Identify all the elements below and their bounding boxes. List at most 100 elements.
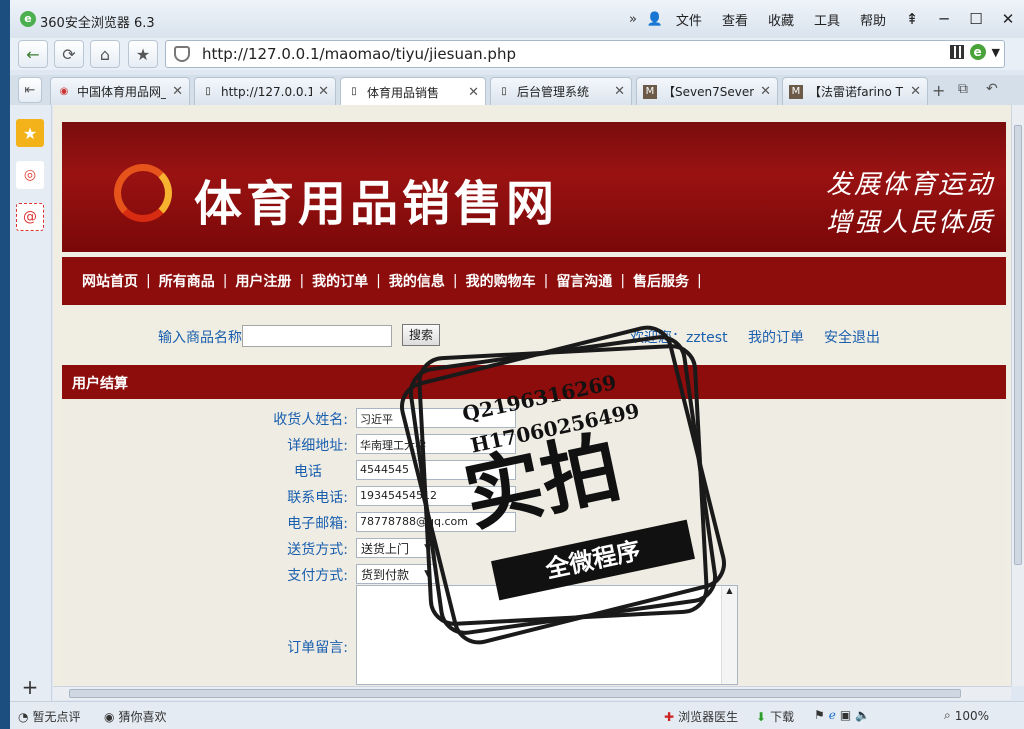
chevron-down-icon[interactable]: ▼	[992, 46, 1000, 59]
window-title: 360安全浏览器 6.3	[40, 16, 155, 31]
horizontal-scrollbar[interactable]	[53, 686, 1011, 700]
nav-my-orders[interactable]: 我的订单	[312, 271, 368, 291]
url-text[interactable]: http://127.0.0.1/maomao/tiyu/jiesuan.php	[202, 45, 516, 63]
add-sidebar-icon[interactable]: +	[16, 673, 44, 701]
menu-view[interactable]: 查看	[722, 10, 748, 29]
nav-separator: |	[620, 273, 626, 289]
mobile-field[interactable]: 19345454512	[356, 486, 516, 506]
vertical-scroll-thumb[interactable]	[1014, 125, 1022, 565]
search-input[interactable]	[242, 325, 392, 347]
doctor-icon: ✚	[664, 709, 675, 724]
site-logo-icon	[114, 164, 172, 222]
mail-icon[interactable]: @	[16, 203, 44, 231]
payment-selected: 货到付款	[361, 568, 410, 582]
nav-after-sales[interactable]: 售后服务	[633, 271, 689, 291]
nav-all-products[interactable]: 所有商品	[159, 271, 215, 291]
email-field[interactable]: 78778788@qq.com	[356, 512, 516, 532]
name-field[interactable]: 习近平	[356, 408, 516, 428]
maximize-button[interactable]: ☐	[960, 8, 992, 30]
close-tab-icon[interactable]: ✕	[910, 84, 921, 99]
remark-textarea[interactable]: ▲	[356, 585, 738, 685]
nav-separator: |	[146, 273, 151, 289]
arrow-left-icon: ←	[26, 44, 40, 64]
page-icon: ▯	[205, 85, 211, 97]
search-row: 输入商品名称 搜索 欢迎您：zztest 我的订单 安全退出	[62, 305, 1006, 363]
tab-localhost[interactable]: ▯ http://127.0.0.1/ ✕	[194, 77, 336, 105]
refresh-button[interactable]: ⟳	[54, 40, 84, 68]
weibo-icon[interactable]: ◎	[16, 161, 44, 189]
shield-icon	[174, 46, 190, 62]
user-icon[interactable]: 👤	[644, 8, 666, 30]
nav-separator: |	[697, 273, 702, 289]
sidebar: ★ ◎ @ +	[10, 105, 52, 701]
address-bar[interactable]: http://127.0.0.1/maomao/tiyu/jiesuan.php…	[165, 40, 1005, 68]
favorites-star-icon[interactable]: ★	[16, 119, 44, 147]
close-button[interactable]: ✕	[992, 8, 1024, 30]
qr-code-icon[interactable]	[949, 45, 964, 59]
slogan-line-1: 发展体育运动	[825, 170, 994, 200]
tab-sidebar-toggle[interactable]: ⇤	[18, 77, 42, 103]
tab-sports-china[interactable]: ◉ 中国体育用品网_ ✕	[50, 77, 190, 105]
tab-sports-sales[interactable]: ▯ 体育用品销售 ✕	[340, 77, 486, 106]
tab-farino[interactable]: M 【法雷诺farino T ✕	[782, 77, 928, 105]
nav-separator: |	[222, 273, 228, 289]
welcome-text: 欢迎您：zztest	[630, 330, 728, 346]
close-tab-icon[interactable]: ✕	[614, 84, 625, 99]
new-tab-icon[interactable]: +	[932, 81, 945, 100]
tab-list-icon[interactable]: ⧉	[958, 81, 968, 97]
close-tab-icon[interactable]: ✕	[318, 84, 329, 99]
menu-tools[interactable]: 工具	[814, 10, 840, 29]
nav-home[interactable]: 网站首页	[82, 271, 138, 291]
logout-link[interactable]: 安全退出	[824, 327, 880, 347]
vertical-scrollbar[interactable]	[1011, 105, 1024, 686]
nav-separator: |	[543, 273, 549, 289]
nav-cart[interactable]: 我的购物车	[466, 271, 536, 291]
menu-help[interactable]: 帮助	[860, 10, 886, 29]
close-tab-icon[interactable]: ✕	[172, 84, 183, 99]
browser-logo-icon: e	[20, 11, 36, 27]
nav-messages[interactable]: 留言沟通	[556, 271, 612, 291]
slogan-line-2: 增强人民体质	[825, 208, 994, 238]
close-tab-icon[interactable]: ✕	[760, 84, 771, 99]
my-orders-link[interactable]: 我的订单	[748, 327, 804, 347]
doctor-status[interactable]: ✚ 浏览器医生	[664, 708, 738, 725]
nav-register[interactable]: 用户注册	[235, 271, 291, 291]
download-status[interactable]: ⬇ 下载	[756, 708, 794, 725]
rating-icon: ◔	[18, 709, 29, 724]
window-icon[interactable]: ▣	[840, 708, 851, 722]
status-bar: ◔ 暂无点评 ◉ 猜你喜欢 ✚ 浏览器医生 ⬇ 下载 ⚑ ℯ ▣ 🔈 ⌕ 100%	[10, 701, 1024, 729]
rating-status[interactable]: ◔ 暂无点评	[18, 708, 81, 725]
delivery-select[interactable]: 送货上门 ▼	[356, 538, 436, 558]
close-tab-icon[interactable]: ✕	[468, 85, 479, 100]
phone-field[interactable]: 4544545	[356, 460, 516, 480]
ie-mode-icon[interactable]: e	[969, 44, 986, 60]
tab-admin[interactable]: ▯ 后台管理系统 ✕	[490, 77, 632, 105]
guess-icon: ◉	[104, 709, 115, 724]
flag-icon[interactable]: ⚑	[814, 708, 825, 722]
payment-select[interactable]: 货到付款 ▼	[356, 564, 436, 584]
menu-favorites[interactable]: 收藏	[768, 10, 794, 29]
textarea-scrollbar[interactable]: ▲	[721, 586, 737, 684]
title-bar: e 360安全浏览器 6.3 » 👤 文件 查看 收藏 工具 帮助 ⇞ ─ ☐ …	[10, 0, 1024, 38]
nav-my-info[interactable]: 我的信息	[389, 271, 445, 291]
remark-label: 订单留言:	[287, 640, 348, 656]
ie-icon[interactable]: ℯ	[829, 708, 836, 722]
chevron-right-icon[interactable]: »	[622, 8, 644, 30]
address-field[interactable]: 华南理工大学	[356, 434, 516, 454]
favorite-button[interactable]: ★	[128, 40, 158, 68]
minimize-button[interactable]: ─	[928, 8, 960, 30]
back-button[interactable]: ←	[18, 40, 48, 68]
home-button[interactable]: ⌂	[90, 40, 120, 68]
undo-close-icon[interactable]: ↶	[986, 81, 998, 97]
horizontal-scroll-thumb[interactable]	[69, 689, 961, 698]
phone-label: 电话	[294, 464, 322, 480]
menu-file[interactable]: 文件	[676, 10, 702, 29]
nav-separator: |	[452, 273, 458, 289]
tab-seven[interactable]: M 【Seven7Seven7 ✕	[636, 77, 778, 105]
guess-status[interactable]: ◉ 猜你喜欢	[104, 708, 167, 725]
tab-bar: ⇤ ◉ 中国体育用品网_ ✕ ▯ http://127.0.0.1/ ✕ ▯ 体…	[10, 75, 1024, 106]
skin-icon[interactable]: ⇞	[896, 8, 928, 30]
zoom-status[interactable]: ⌕ 100%	[944, 708, 989, 723]
speaker-icon[interactable]: 🔈	[855, 708, 870, 722]
search-button[interactable]: 搜索	[402, 324, 440, 346]
